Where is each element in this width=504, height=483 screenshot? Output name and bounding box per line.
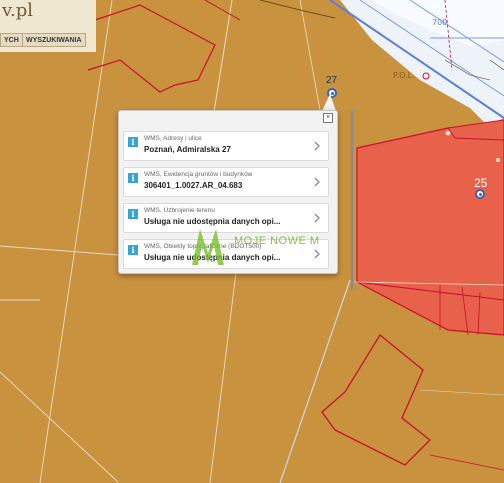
- chevron-right-icon: [314, 177, 320, 187]
- info-icon: i: [128, 209, 138, 219]
- road-number-label: 700: [432, 18, 448, 27]
- info-icon: i: [128, 245, 138, 255]
- tab-wyszukiwania[interactable]: WYSZUKIWANIA: [22, 33, 86, 47]
- site-logo-panel: v.pl YCH WYSZUKIWANIA: [0, 0, 96, 52]
- layer-name: WMS, Uzbrojenie terenu: [144, 207, 215, 214]
- layer-name: WMS, Obiekty topograficzne (BDOT500): [144, 243, 262, 250]
- layer-value: Poznań, Admiralska 27: [144, 145, 231, 154]
- info-icon: i: [128, 137, 138, 147]
- popup-row-land-registry[interactable]: i WMS, Ewidencja gruntów i budynków 3064…: [123, 167, 329, 197]
- site-logo: v.pl: [2, 0, 34, 21]
- layer-value: 306401_1.0027.AR_04.683: [144, 181, 243, 190]
- chevron-right-icon: [314, 141, 320, 151]
- tab-ych[interactable]: YCH: [0, 33, 23, 47]
- pin-number-27: 27: [326, 75, 338, 86]
- info-popup: × i WMS, Adresy i ulice Poznań, Admirals…: [118, 110, 338, 274]
- chevron-right-icon: [314, 213, 320, 223]
- parcel-pl-label: P.O.L.: [393, 71, 415, 80]
- layer-name: WMS, Ewidencja gruntów i budynków: [144, 171, 253, 178]
- pin-dot: [479, 193, 482, 196]
- popup-row-topographic[interactable]: i WMS, Obiekty topograficzne (BDOT500) U…: [123, 239, 329, 269]
- popup-row-address[interactable]: i WMS, Adresy i ulice Poznań, Admiralska…: [123, 131, 329, 161]
- popup-row-utilities[interactable]: i WMS, Uzbrojenie terenu Usługa nie udos…: [123, 203, 329, 233]
- popup-pointer: [322, 94, 336, 111]
- address-pin-25[interactable]: [475, 189, 485, 199]
- layer-name: WMS, Adresy i ulice: [144, 135, 202, 142]
- close-icon[interactable]: ×: [323, 113, 333, 123]
- pin-number-25: 25: [474, 176, 488, 190]
- layer-value: Usługa nie udostępnia danych opi...: [144, 253, 281, 262]
- info-icon: i: [128, 173, 138, 183]
- chevron-right-icon: [314, 249, 320, 259]
- layer-value: Usługa nie udostępnia danych opi...: [144, 217, 281, 226]
